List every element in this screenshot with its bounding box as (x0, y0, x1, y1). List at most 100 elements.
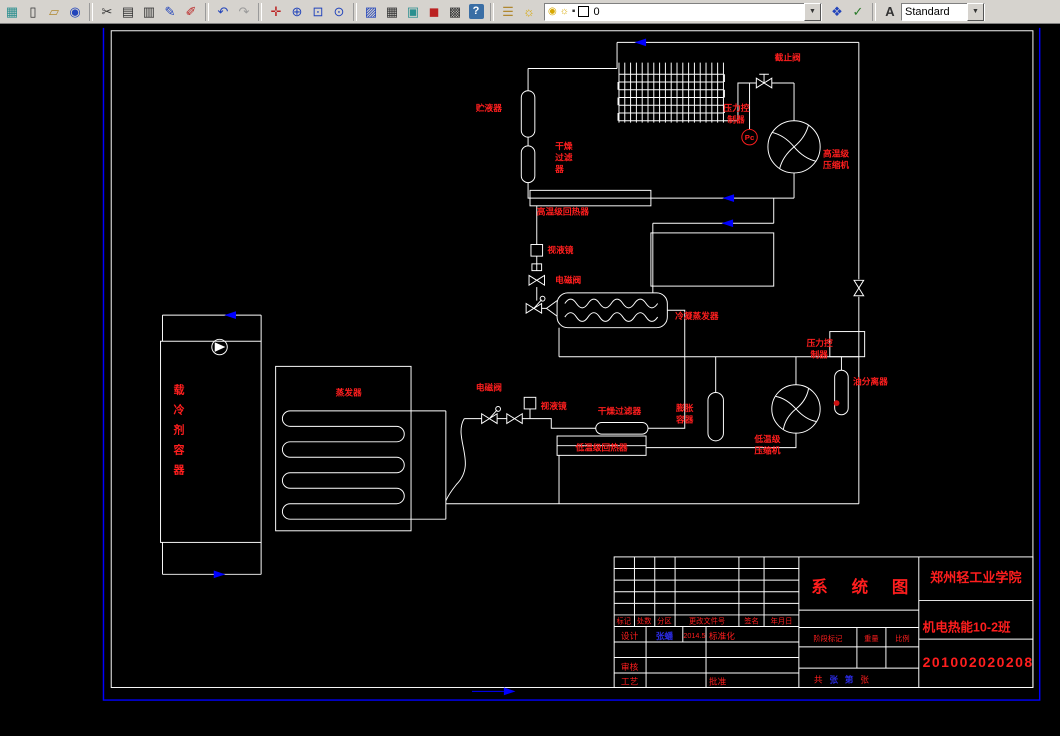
col-count: 处数 (637, 617, 652, 626)
toolbar-separator (205, 2, 209, 21)
approve-label: 批准 (709, 676, 727, 687)
receiver-label: 贮液器 (476, 102, 502, 113)
sheet-total-label: 共 (814, 675, 823, 685)
brush-icon[interactable]: ✐ (181, 2, 201, 22)
layer-thaw-icon: ☼ (559, 6, 569, 17)
bulb-icon[interactable]: ☼ (519, 2, 539, 22)
stop-valve-label: 截止阀 (775, 52, 801, 63)
review-label: 审核 (621, 661, 639, 672)
layer-states-icon[interactable]: ❖ (827, 2, 847, 22)
col-sign: 签名 (744, 617, 759, 626)
lt-pressure-controller-box (829, 331, 866, 358)
zoom-extents-icon[interactable]: ⊙ (329, 2, 349, 22)
charging-hose (445, 418, 466, 502)
layer-dropdown[interactable]: ◉ ☼ ▪ 0 ▼ (544, 2, 822, 21)
pan-icon[interactable]: ✛ (266, 2, 286, 22)
ht-compressor-blades (771, 124, 817, 170)
scale-label: 比例 (895, 634, 910, 643)
col-zone: 分区 (657, 617, 672, 626)
pencil-icon[interactable]: ✎ (160, 2, 180, 22)
right-stop-valve-symbol (853, 279, 865, 297)
text-style-icon[interactable]: A (880, 2, 900, 22)
drawing-canvas[interactable]: Pc 截止阀 压力控 制器 高温级 压缩机 贮液器 干燥 过滤 器 高温级回热器… (0, 24, 1060, 731)
designer-name: 张蟠 (656, 630, 674, 641)
layer-dropdown-arrow[interactable]: ▼ (804, 2, 821, 21)
zoom-in-icon[interactable]: ⊕ (287, 2, 307, 22)
toolbar-separator (89, 2, 93, 21)
sight-glass-top-symbol (530, 244, 544, 257)
standard-label: 标准化 (709, 630, 735, 641)
solenoid-valve-bottom-label: 电磁阀 (476, 382, 502, 393)
component-labels: 截止阀 压力控 制器 高温级 压缩机 贮液器 干燥 过滤 器 高温级回热器 视液… (336, 52, 888, 456)
app-grid-icon[interactable]: ▦ (2, 2, 22, 22)
help-glyph: ? (468, 4, 484, 19)
cut-icon[interactable]: ✂ (97, 2, 117, 22)
redo-icon[interactable]: ↷ (234, 2, 254, 22)
school-name: 郑州轻工业学院 (930, 570, 1021, 585)
layer-color-swatch (578, 6, 590, 17)
title-block-text: 系 统 图 郑州轻工业学院 机电热能10-2班 201002020208 标记 … (617, 570, 1034, 687)
hatch-icon[interactable]: ▨ (361, 2, 381, 22)
text-style-dropdown[interactable]: Standard ▼ (901, 2, 985, 21)
toolbar-separator (353, 2, 357, 21)
ht-compressor-label-2: 压缩机 (823, 159, 849, 170)
drawing-title: 系 统 图 (811, 578, 918, 597)
dry-filter-top-vessel (520, 145, 536, 184)
col-date: 年月日 (771, 617, 793, 626)
copy-icon[interactable]: ▤ (118, 2, 138, 22)
dry-filter-bottom-label: 干燥过滤器 (598, 405, 642, 416)
zoom-window-icon[interactable]: ⊡ (308, 2, 328, 22)
open-folder-icon[interactable]: ▱ (44, 2, 64, 22)
design-date: 2014.5 (683, 631, 705, 640)
process-label: 工艺 (621, 677, 639, 687)
toolbar-separator (872, 2, 876, 21)
student-id: 201002020208 (923, 654, 1034, 670)
dry-filter-top-label-2: 过滤 (555, 151, 573, 162)
piping (160, 41, 866, 575)
condenser-fins (618, 62, 724, 123)
ht-regenerator-label: 高温级回热器 (537, 206, 589, 217)
expansion-vessel-label-1: 膨胀 (675, 402, 694, 413)
coolant-container-label: 载冷剂容器 (172, 384, 184, 484)
sight-glass-bottom-symbol (523, 396, 537, 410)
sheet-no-unit: 张 (860, 675, 869, 685)
class-name: 机电热能10-2班 (923, 619, 1011, 634)
book-icon[interactable]: ◼ (424, 2, 444, 22)
lt-compressor-label-2: 压缩机 (754, 444, 780, 455)
pump-arrow (214, 342, 226, 352)
layer-lock-icon: ▪ (571, 6, 576, 17)
col-docno: 更改文件号 (689, 617, 725, 626)
help-icon[interactable]: ? (466, 2, 486, 22)
stage-label: 阶段标记 (813, 634, 842, 643)
image-icon[interactable]: ▣ (403, 2, 423, 22)
layer-current-icon[interactable]: ✓ (848, 2, 868, 22)
web-icon[interactable]: ◉ (65, 2, 85, 22)
evaporator-label: 蒸发器 (336, 386, 362, 397)
toolbar-separator (258, 2, 262, 21)
pc-symbol-label: Pc (745, 133, 755, 142)
style-dropdown-arrow[interactable]: ▼ (967, 2, 984, 21)
receiver-vessel (520, 90, 536, 138)
dry-filter-top-label-3: 器 (554, 164, 564, 174)
sheet-no-label: 第 (845, 674, 854, 685)
text-style-value: Standard (905, 5, 950, 18)
paste-icon[interactable]: ▥ (139, 2, 159, 22)
expansion-vessel-body (707, 392, 724, 442)
weight-label: 重量 (864, 634, 879, 643)
condenser-evaporator-vessel (556, 292, 668, 329)
stop-valve-symbol (755, 73, 773, 89)
new-file-icon[interactable]: ▯ (23, 2, 43, 22)
pressure-controller-top-label-1: 压力控 (723, 102, 749, 113)
expansion-valve-bottom-symbol (481, 409, 498, 425)
calculator-icon[interactable]: ▩ (445, 2, 465, 22)
solenoid-valve-top-symbol (528, 274, 545, 287)
solenoid-valve-bottom-symbol (506, 412, 523, 425)
lt-regenerator-label: 低温级回热器 (574, 442, 627, 453)
undo-icon[interactable]: ↶ (213, 2, 233, 22)
ht-compressor-label-1: 高温级 (823, 148, 849, 159)
toolbar: ▦ ▯ ▱ ◉ ✂ ▤ ▥ ✎ ✐ ↶ ↷ ✛ ⊕ ⊡ ⊙ ▨ ▦ ▣ ◼ ▩ … (0, 0, 1060, 24)
condenser-evaporator-coil (564, 298, 659, 322)
expansion-valve-top-symbol (525, 299, 543, 315)
layers-icon[interactable]: ☰ (498, 2, 518, 22)
table-icon[interactable]: ▦ (382, 2, 402, 22)
